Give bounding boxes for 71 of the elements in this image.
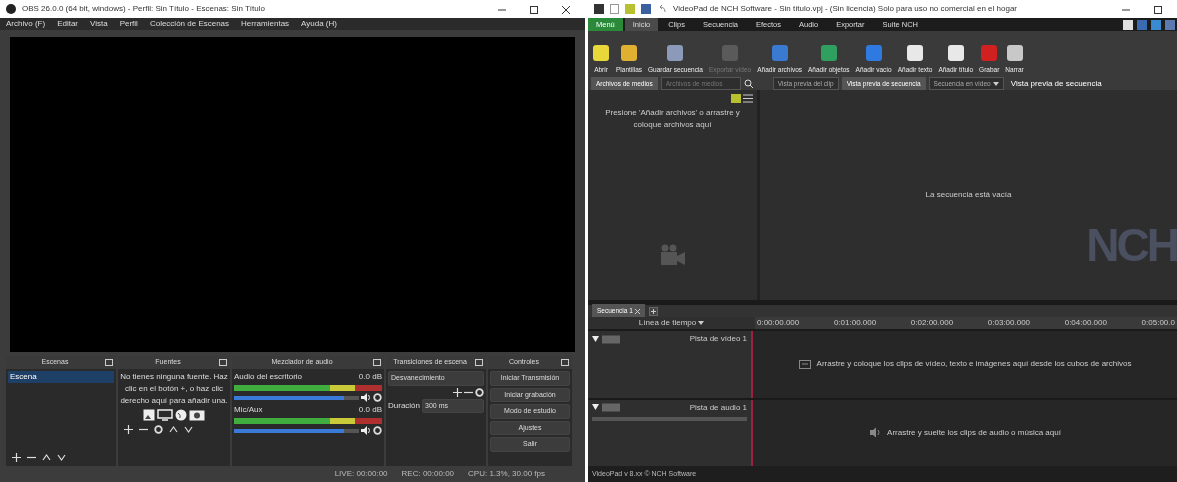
volume-slider[interactable] [234,428,359,433]
empty-message: La secuencia está vacía [925,189,1012,201]
menu-item[interactable]: Editar [57,18,79,30]
preview-title: Vista previa de secuencia [1010,77,1102,90]
menu-item[interactable]: Herramientas [241,18,290,30]
add-icon[interactable] [648,306,658,316]
window-title: OBS 26.0.0 (64 bit, windows) - Perfil: Sin Título - Escenas: Sin Título [22,3,266,15]
time-tick: 0:03:00.000 [987,317,1031,329]
menu-item[interactable]: Ayuda (H) [301,18,337,30]
monitor-icon[interactable] [157,409,173,421]
status-text: LIVE: 00:00:00 [334,468,388,480]
down-icon[interactable] [184,425,193,434]
undo-icon[interactable] [657,4,667,14]
settings-icon[interactable] [154,425,163,434]
film-icon [798,358,811,370]
drop-hint: Arrastre y coloque los clips de vídeo, texto e imágenes aquí desde los cubos de archivos [816,358,1132,371]
undock-icon[interactable] [105,359,113,366]
video-camera-icon [659,244,686,266]
track-name: Pista de vídeo 1 [689,333,747,345]
new-file-icon[interactable] [610,4,619,14]
channel-name: Audio del escritorio [234,371,303,383]
app-icon [594,4,604,14]
menu-item[interactable]: Perfil [119,18,138,30]
settings-icon[interactable] [373,426,382,435]
undock-icon[interactable] [561,359,569,366]
menu-item[interactable]: Archivo (F) [6,18,46,30]
image-icon[interactable] [143,409,155,421]
empty-hint: Presione 'Añadir archivos' o arrastre y coloque archivos aquí [604,107,741,131]
time-tick: 0:05:00.0 [1141,317,1175,329]
undock-icon[interactable] [219,359,227,366]
close-icon[interactable] [561,5,571,14]
time-tick: 0:01:00.000 [833,317,877,329]
app-icon [6,4,16,14]
maximize-icon[interactable] [1153,5,1163,14]
mode-dropdown[interactable]: Línea de tiempo [588,317,755,329]
time-tick: 0:02:00.000 [910,317,954,329]
channel-name: Mic/Aux [234,404,263,416]
up-icon[interactable] [169,425,178,434]
scene-item[interactable]: Escena [8,371,114,383]
track-controls-icon[interactable] [592,334,622,344]
duration-label: Duración [388,399,420,412]
menu-item[interactable]: Colección de Escenas [149,18,230,30]
time-tick: 0:04:00.000 [1064,317,1107,329]
db-reading: 0.0 dB [358,371,382,383]
globe-icon[interactable] [175,409,187,421]
speaker-icon [869,427,882,439]
track-controls-icon[interactable] [592,403,622,412]
empty-message: No tienes ninguna fuente. Haz clic en el botón +, o haz clic derecho aquí para añadir una. [120,371,228,407]
status-text: REC: 00:00:00 [401,468,455,480]
search-icon[interactable] [743,79,753,88]
undock-icon[interactable] [373,359,381,366]
camera-icon[interactable] [189,409,205,421]
drop-hint: Arrastre y suelte los clips de audio o música aquí [887,426,1061,439]
volume-slider[interactable] [234,395,359,400]
db-reading: 0.0 dB [358,404,382,416]
menu-item[interactable]: Vista [90,18,108,30]
up-icon[interactable] [42,453,51,462]
settings-icon[interactable] [373,393,382,402]
settings-icon[interactable] [475,387,484,397]
window-title: VideoPad de NCH Software - Sin título.vpj - (Sin licencia) Solo para uso no comercial en el hogar [673,3,1019,15]
down-icon[interactable] [57,453,66,462]
list-icon[interactable] [743,94,753,103]
status-text: CPU: 1.3%, 30.00 fps [468,468,545,480]
caret-icon [992,81,999,86]
time-tick: 0:00:00.000 [757,317,800,329]
track-name: Pista de audio 1 [689,401,747,414]
undock-icon[interactable] [475,359,483,366]
speaker-icon[interactable] [361,393,371,402]
speaker-icon[interactable] [361,426,371,435]
maximize-icon[interactable] [529,5,539,14]
caret-icon [698,321,705,325]
